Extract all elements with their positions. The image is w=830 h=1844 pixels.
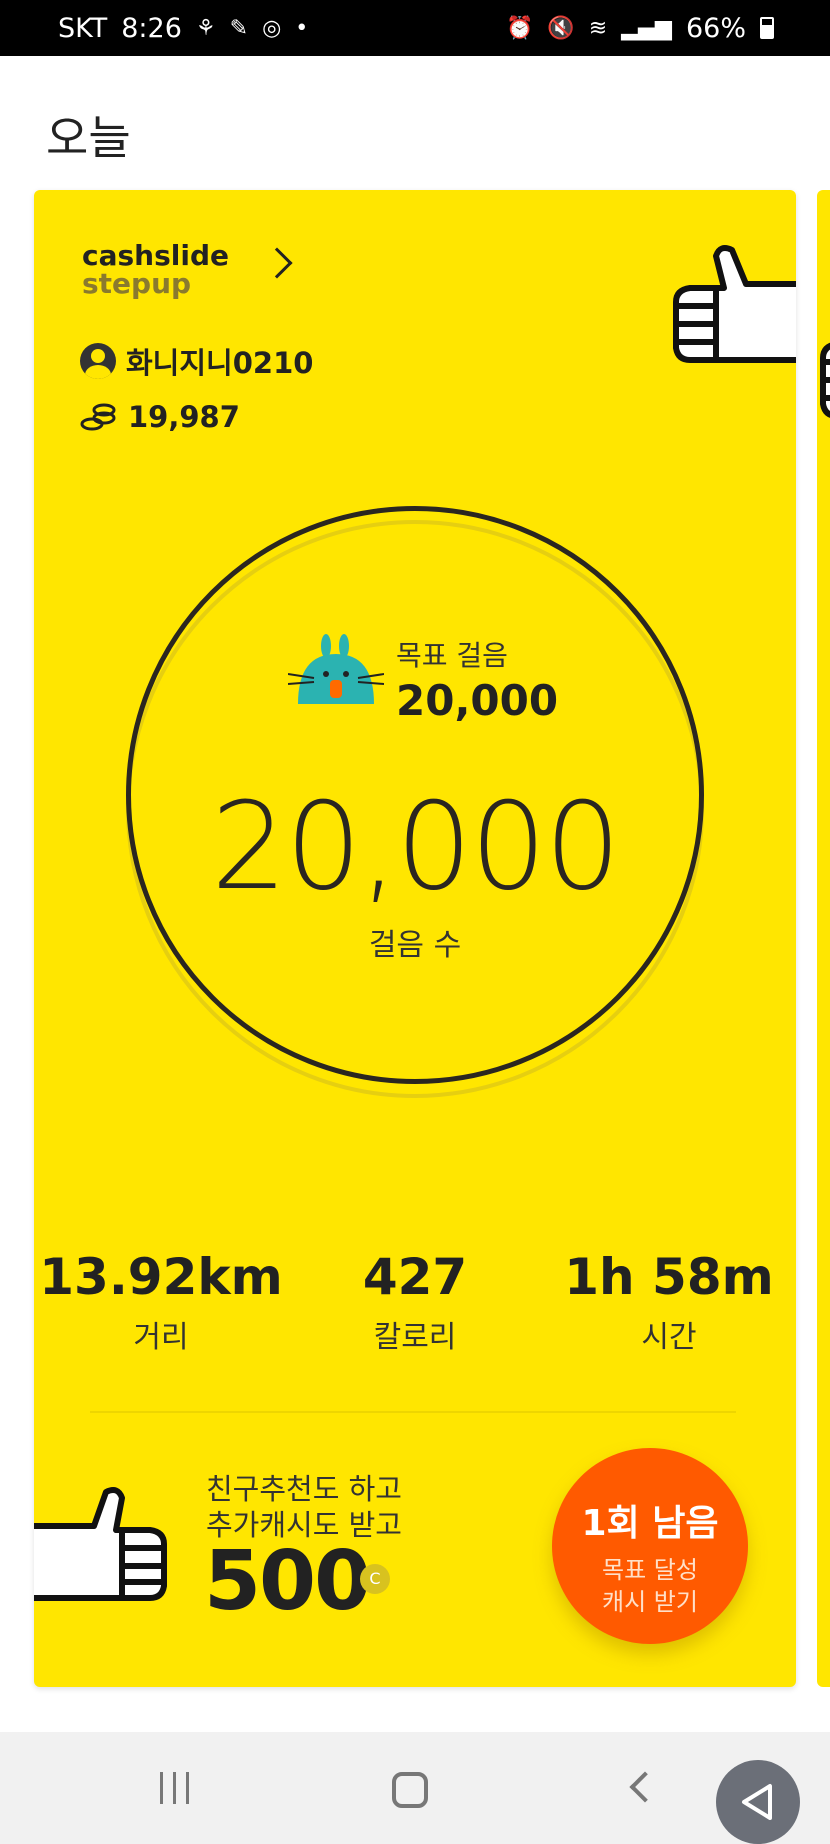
claim-cash-button[interactable]: 1회 남음 목표 달성 캐시 받기 xyxy=(552,1448,748,1644)
clock: 8:26 xyxy=(121,12,182,44)
thumbs-up-icon xyxy=(820,342,830,418)
mute-icon: 🔇 xyxy=(547,15,575,41)
brand-name: cashslide xyxy=(82,239,229,272)
stat-value: 1h 58m xyxy=(564,1248,774,1306)
goal-label: 목표 걸음 xyxy=(396,639,508,672)
goal-value: 20,000 xyxy=(396,676,559,725)
carrier-label: SKT xyxy=(58,12,108,44)
status-bar: SKT 8:26 ⚘ ✎ ◎ • ⏰ 🔇 ≋ ▂▄▆ 66% xyxy=(0,0,830,56)
home-button[interactable] xyxy=(392,1772,428,1808)
stat-label: 시간 xyxy=(641,1320,697,1355)
stat-calories: 427 칼로리 xyxy=(288,1248,542,1356)
notification-icon-2: ✎ xyxy=(229,15,249,41)
user-name: 화니지니0210 xyxy=(126,346,314,380)
stats-row: 13.92km 거리 427 칼로리 1h 58m 시간 xyxy=(34,1248,796,1356)
battery-icon xyxy=(760,17,774,39)
divider xyxy=(90,1411,736,1413)
brand-link[interactable]: cashslide stepup xyxy=(82,242,229,298)
coin-balance: 19,987 xyxy=(128,400,240,434)
step-count-label: 걸음 수 xyxy=(368,928,462,963)
thumbs-up-icon xyxy=(673,245,796,363)
page-title: 오늘 xyxy=(46,111,131,165)
battery-percent: 66% xyxy=(685,12,746,44)
recents-button[interactable] xyxy=(160,1772,189,1804)
notification-icon-3: ◎ xyxy=(262,15,282,41)
cash-coin-icon: C xyxy=(360,1564,390,1594)
thumbs-up-icon[interactable] xyxy=(34,1486,170,1604)
back-button[interactable] xyxy=(629,1771,661,1803)
more-dot: • xyxy=(295,15,309,41)
user-row: 화니지니0210 xyxy=(80,340,313,382)
back-triangle-icon xyxy=(742,1784,772,1820)
stat-value: 427 xyxy=(362,1248,468,1306)
brand-sub: stepup xyxy=(82,267,192,300)
assistant-fab[interactable] xyxy=(716,1760,800,1844)
stat-label: 거리 xyxy=(133,1320,189,1355)
coin-stack-icon xyxy=(80,403,116,431)
stat-label: 칼로리 xyxy=(373,1320,457,1355)
wifi-icon: ≋ xyxy=(588,15,608,41)
user-icon xyxy=(80,343,116,379)
stat-time: 1h 58m 시간 xyxy=(542,1248,796,1356)
chevron-right-icon[interactable] xyxy=(261,247,293,279)
alarm-icon: ⏰ xyxy=(505,15,534,41)
coin-row: 19,987 xyxy=(80,400,240,434)
stat-value: 13.92km xyxy=(39,1248,283,1306)
system-nav-bar xyxy=(0,1732,830,1844)
promo-amount[interactable]: 500 xyxy=(204,1534,371,1629)
mascot-rabbit-icon xyxy=(288,634,384,704)
notification-icon: ⚘ xyxy=(195,15,216,41)
signal-icon: ▂▄▆ xyxy=(621,15,672,41)
step-card[interactable]: cashslide stepup 화니지니0210 19,987 목표 걸음 2… xyxy=(34,190,796,1687)
cta-line-2: 캐시 받기 xyxy=(602,1588,698,1616)
cta-title: 1회 남음 xyxy=(581,1503,719,1544)
stat-distance: 13.92km 거리 xyxy=(34,1248,288,1356)
next-card-peek[interactable] xyxy=(817,190,830,1687)
step-count: 20,000 xyxy=(211,778,621,917)
cta-line-1: 목표 달성 xyxy=(602,1556,698,1584)
